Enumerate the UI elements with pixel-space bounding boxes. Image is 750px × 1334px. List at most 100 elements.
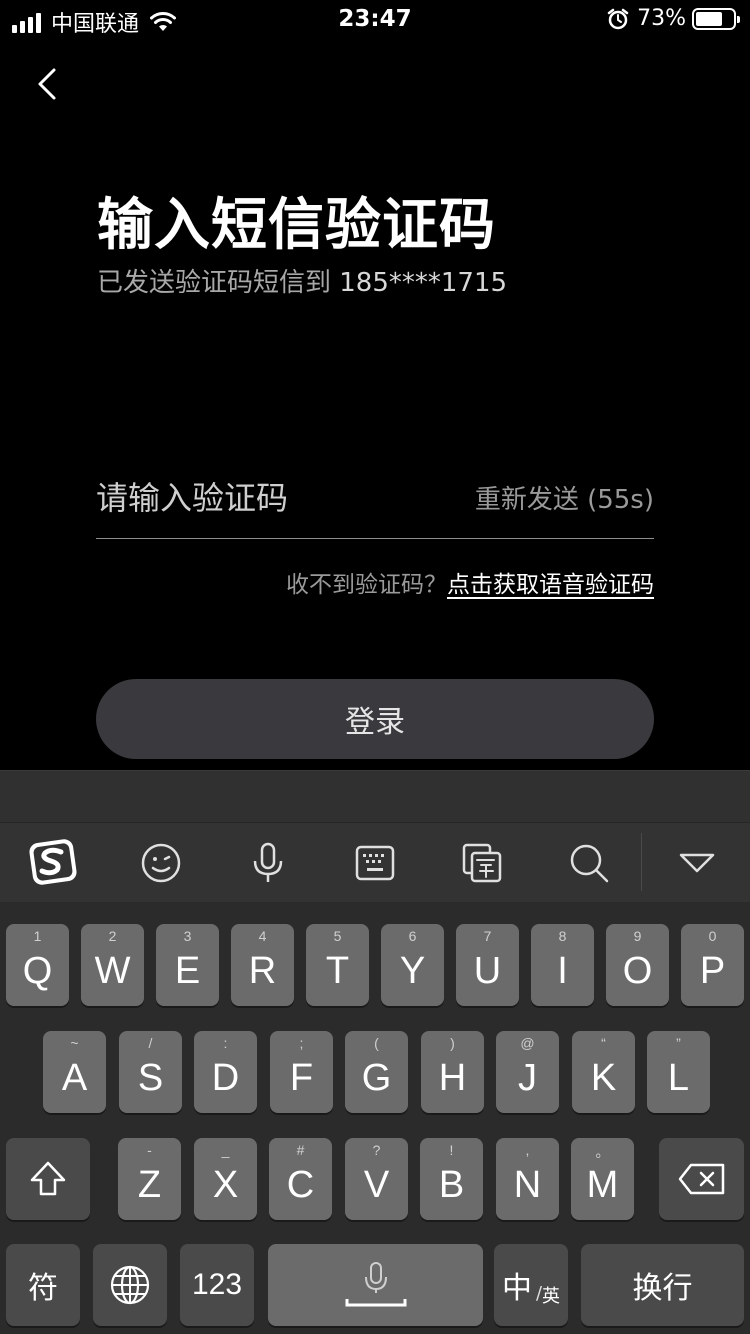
key-letter: E <box>174 949 201 992</box>
key-b[interactable]: ! B <box>420 1138 483 1220</box>
resend-countdown[interactable]: 重新发送 (55s) <box>475 479 654 516</box>
key-letter: A <box>61 1056 88 1099</box>
key-k[interactable]: “K <box>572 1031 635 1113</box>
voice-code-link[interactable]: 点击获取语音验证码 <box>447 572 654 598</box>
keyboard-icon <box>355 845 395 881</box>
key-q[interactable]: 1Q <box>6 924 69 1006</box>
chevron-left-icon <box>38 68 56 100</box>
key-z[interactable]: -Z <box>118 1138 181 1220</box>
key-hint: “ <box>601 1035 606 1051</box>
key-g[interactable]: (G <box>345 1031 408 1113</box>
phone-number: 185****1715 <box>339 268 508 298</box>
voice-input-button[interactable] <box>240 835 296 891</box>
translate-icon <box>462 843 502 883</box>
key-a[interactable]: ~ A <box>43 1031 106 1113</box>
shift-icon <box>30 1161 66 1196</box>
key-w[interactable]: 2W <box>81 924 144 1006</box>
shift-key[interactable] <box>6 1138 90 1220</box>
key-hint: 8 <box>558 928 567 944</box>
key-hint: # <box>296 1142 305 1158</box>
microphone-icon <box>253 842 283 882</box>
space-key[interactable] <box>268 1244 483 1326</box>
sogou-logo-button[interactable] <box>26 835 82 891</box>
globe-key[interactable] <box>93 1244 167 1326</box>
key-hint: 1 <box>33 928 42 944</box>
key-hint: ? <box>372 1142 381 1158</box>
key-o[interactable]: 9O <box>606 924 669 1006</box>
collapse-keyboard-button[interactable] <box>669 835 725 891</box>
key-letter: I <box>557 949 568 992</box>
search-button[interactable] <box>561 835 617 891</box>
key-letter: Q <box>22 949 53 992</box>
key-letter: O <box>622 949 653 992</box>
key-hint: 3 <box>183 928 192 944</box>
key-hint: ( <box>374 1035 379 1051</box>
key-letter: P <box>699 949 726 992</box>
key-area: 符 123 中 / 英 换行 1Q2W3E4 R 5 T 6 Y 7 U 8 I… <box>0 902 750 1334</box>
backspace-key[interactable] <box>659 1138 744 1220</box>
battery-icon <box>692 7 740 30</box>
search-icon <box>570 844 609 883</box>
key-letter: W <box>94 949 131 992</box>
key-letter: D <box>211 1056 240 1099</box>
emoji-button[interactable] <box>133 835 189 891</box>
return-key-label: 换行 <box>632 1271 693 1306</box>
login-button[interactable]: 登录 <box>96 679 654 759</box>
key-x[interactable]: _ X <box>194 1138 257 1220</box>
status-bar: 中国联通 23:47 73% <box>0 0 750 40</box>
key-hint: ~ <box>70 1035 79 1051</box>
key-letter: J <box>518 1056 537 1099</box>
key-letter: Z <box>137 1163 162 1206</box>
key-d[interactable]: :D <box>194 1031 257 1113</box>
space-voice-icon <box>345 1262 406 1307</box>
key-h[interactable]: ) H <box>421 1031 484 1113</box>
back-button[interactable] <box>30 62 70 106</box>
key-c[interactable]: # C <box>269 1138 332 1220</box>
key-y[interactable]: 6Y <box>381 924 444 1006</box>
key-u[interactable]: 7U <box>456 924 519 1006</box>
return-key[interactable]: 换行 <box>581 1244 744 1326</box>
key-hint: ) <box>450 1035 455 1051</box>
symbols-key-label: 符 <box>28 1271 58 1306</box>
key-e[interactable]: 3E <box>156 924 219 1006</box>
key-n[interactable]: ,N <box>496 1138 559 1220</box>
key-f[interactable]: ; F <box>270 1031 333 1113</box>
key-hint: 6 <box>408 928 417 944</box>
keyboard-toolbar <box>0 822 750 902</box>
symbols-key[interactable]: 符 <box>6 1244 80 1326</box>
key-v[interactable]: ? V <box>345 1138 408 1220</box>
key-hint: : <box>223 1035 228 1051</box>
key-letter: C <box>286 1163 315 1206</box>
subtitle-text: 已发送验证码短信到 <box>97 268 340 298</box>
keyboard-switch-button[interactable] <box>347 835 403 891</box>
key-s[interactable]: / S <box>119 1031 182 1113</box>
key-hint: , <box>525 1142 530 1158</box>
key-j[interactable]: @ J <box>496 1031 559 1113</box>
numbers-key[interactable]: 123 <box>180 1244 254 1326</box>
key-i[interactable]: 8I <box>531 924 594 1006</box>
key-m[interactable]: 。 M <box>571 1138 634 1220</box>
page-title: 输入短信验证码 <box>97 193 496 258</box>
globe-icon <box>110 1265 150 1305</box>
key-l[interactable]: ” L <box>647 1031 710 1113</box>
battery-fill <box>696 11 723 26</box>
key-hint: 2 <box>108 928 117 944</box>
translate-button[interactable] <box>454 835 510 891</box>
alarm-icon <box>607 8 629 29</box>
key-r[interactable]: 4R <box>231 924 294 1006</box>
key-letter: U <box>473 949 502 992</box>
key-t[interactable]: 5T <box>306 924 369 1006</box>
key-letter: L <box>667 1056 690 1099</box>
key-hint: - <box>147 1142 152 1158</box>
key-letter: T <box>325 949 350 992</box>
key-letter: X <box>212 1163 239 1206</box>
verification-code-input[interactable] <box>96 475 436 521</box>
key-letter: F <box>289 1056 314 1099</box>
key-hint: ! <box>449 1142 454 1158</box>
page-subtitle: 已发送验证码短信到 185****1715 <box>97 262 507 299</box>
key-letter: K <box>590 1056 617 1099</box>
language-switch-key[interactable]: 中 / 英 <box>494 1244 568 1326</box>
key-p[interactable]: 0P <box>681 924 744 1006</box>
key-hint: / <box>148 1035 153 1051</box>
key-letter: H <box>438 1056 467 1099</box>
